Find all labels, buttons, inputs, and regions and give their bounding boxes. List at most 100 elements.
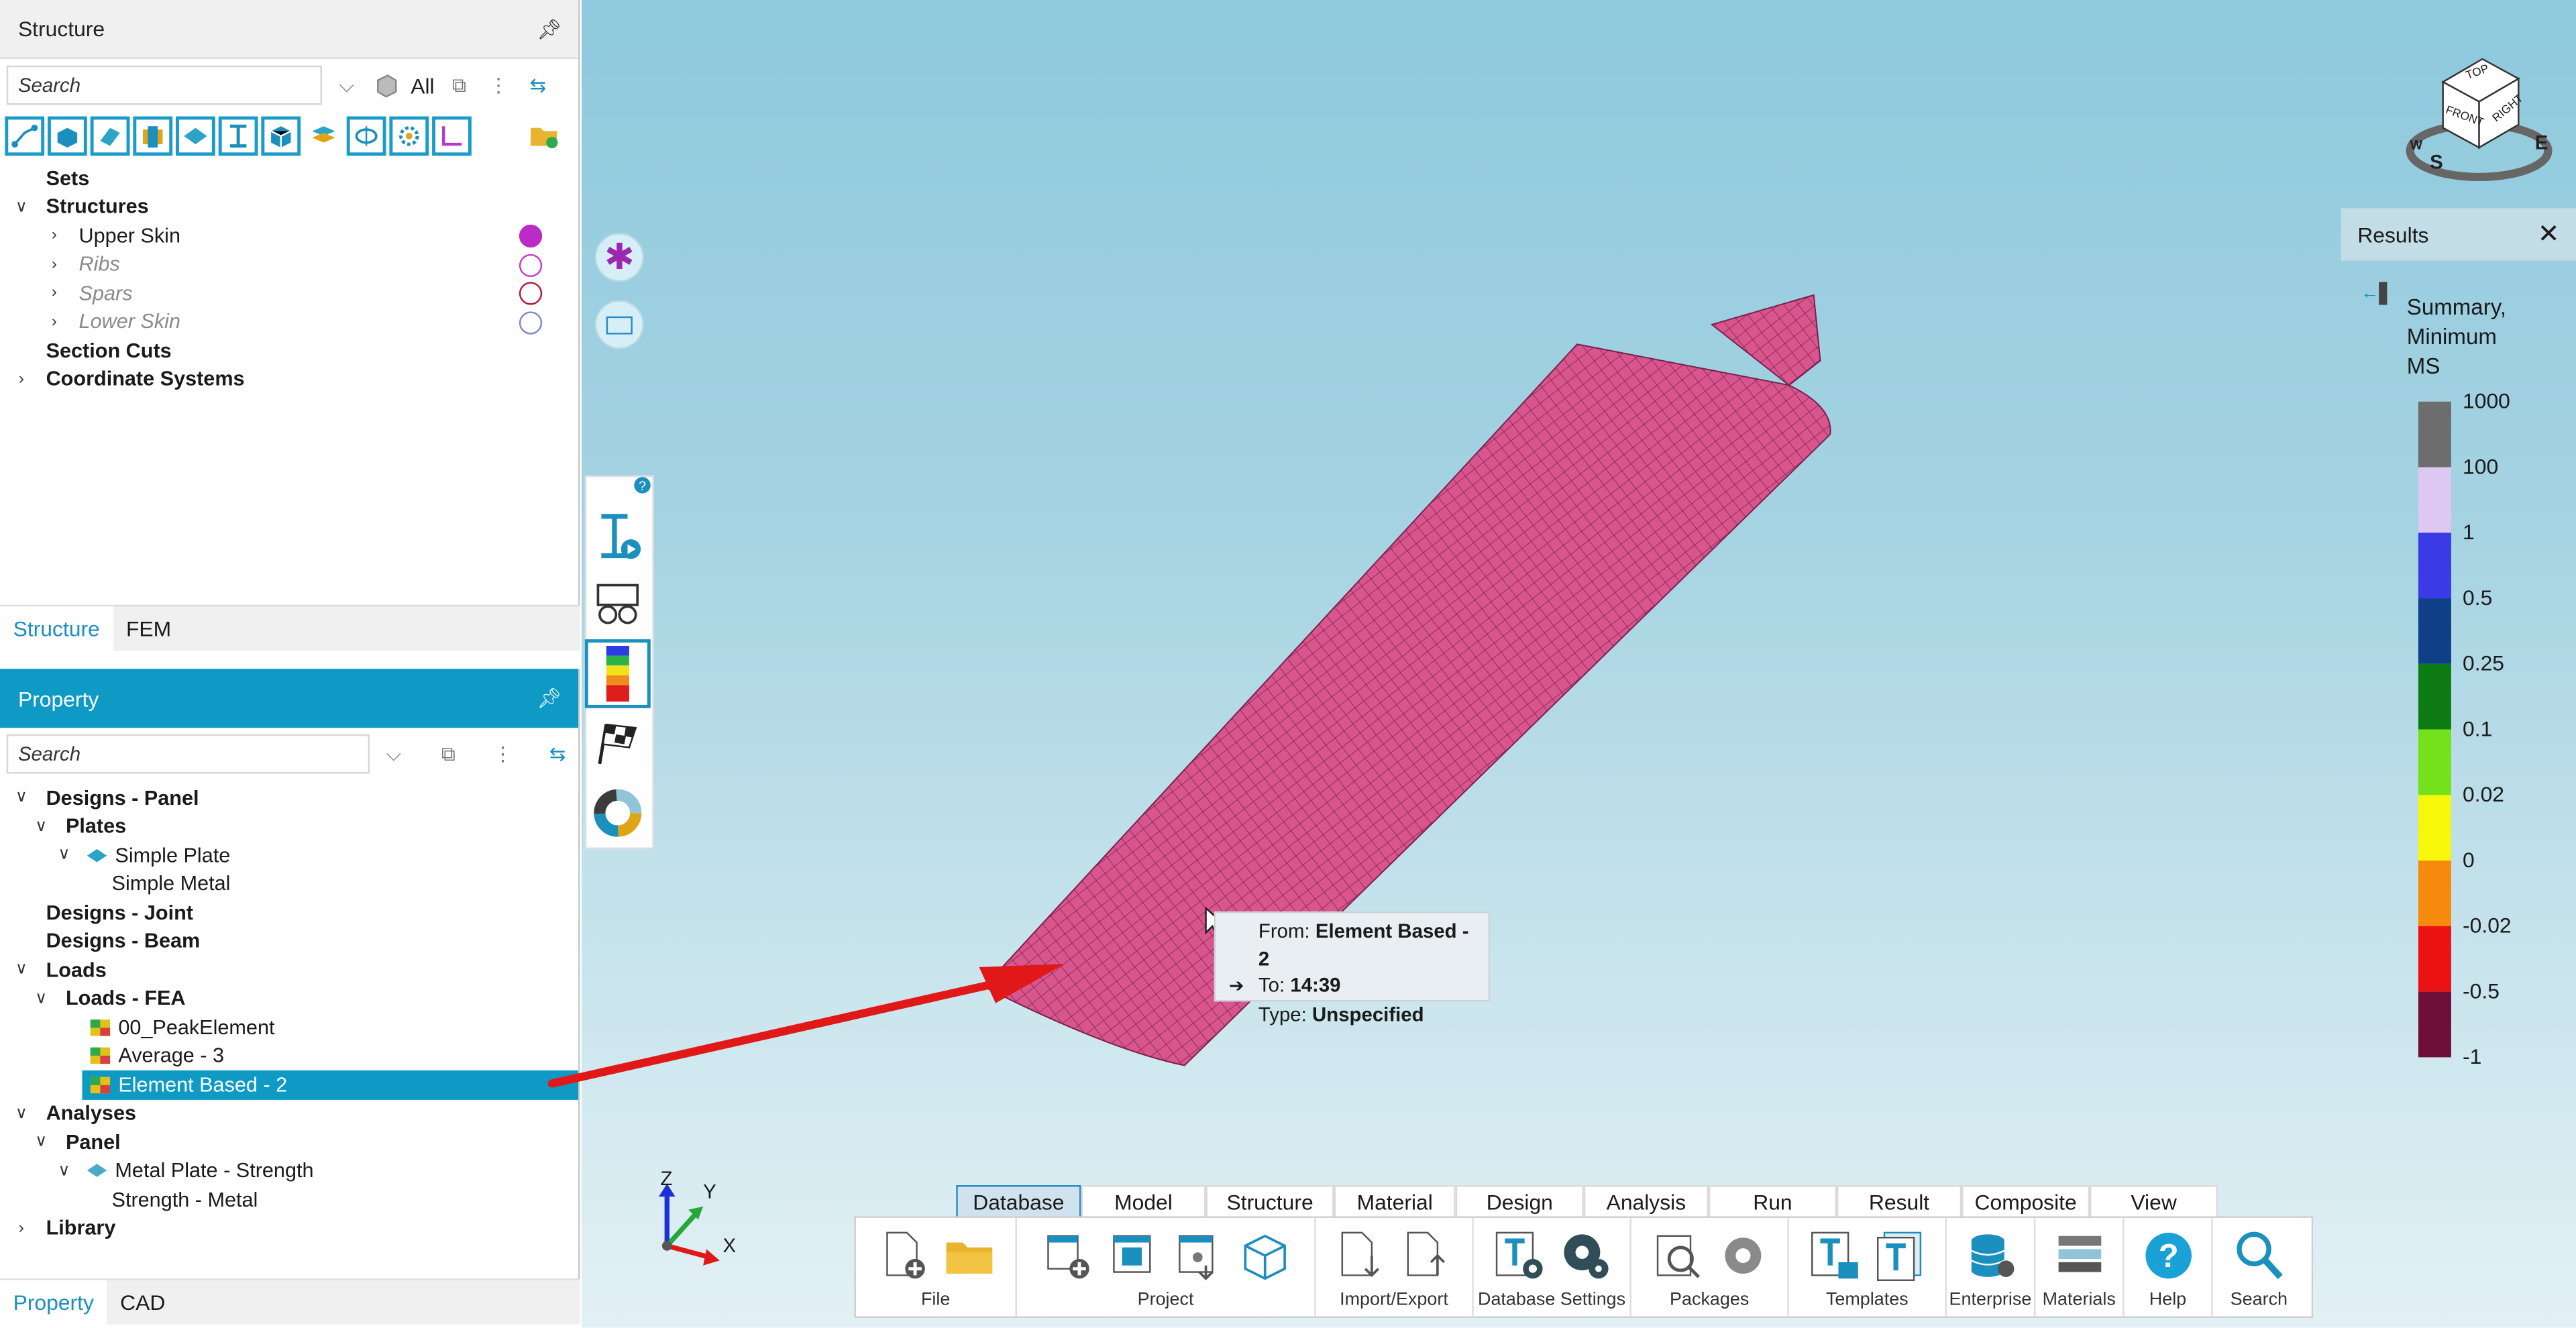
import-icon[interactable] [1333,1228,1389,1284]
tab-structure[interactable]: Structure [1205,1185,1334,1218]
help-icon[interactable]: ? [2140,1228,2196,1284]
section-view-tool[interactable] [585,502,651,571]
database-gear-icon[interactable] [1556,1228,1612,1284]
plate-tool-icon[interactable] [176,116,215,156]
export-icon[interactable] [1399,1228,1454,1284]
tree-item-upper-skin[interactable]: › Upper Skin [0,221,578,250]
open-folder-icon[interactable] [941,1228,996,1284]
tree-item-lower-skin[interactable]: › Lower Skin [0,307,578,336]
tab-view[interactable]: View [2090,1185,2218,1218]
pin-icon[interactable]: 📌︎ [537,687,561,710]
frame-button[interactable] [594,300,645,349]
chevron-right-icon[interactable]: › [10,370,33,388]
search-icon[interactable] [2231,1228,2287,1284]
asterisk-button[interactable]: ✱ [594,233,645,282]
tree-item-loads[interactable]: ∨ Loads [0,956,578,985]
node-tool-icon[interactable] [5,116,45,156]
package-search-icon[interactable] [1649,1228,1705,1284]
chevron-down-icon[interactable]: ⌵ [380,739,408,769]
chevron-down-icon[interactable]: ∨ [10,198,33,216]
visibility-dot-icon[interactable] [519,224,543,248]
tree-item-designs-beam[interactable]: Designs - Beam [0,927,578,956]
package-box-icon[interactable] [1236,1228,1292,1284]
view-cube[interactable]: TOP FRONT RIGHT S E W [2397,46,2561,185]
compass-w[interactable]: W [2410,137,2423,152]
chevron-right-icon[interactable]: › [10,1219,33,1237]
tab-result[interactable]: Result [1836,1185,1962,1218]
tree-item-plates[interactable]: ∨ Plates [0,812,578,841]
materials-icon[interactable] [2051,1228,2107,1284]
tab-material[interactable]: Material [1334,1185,1456,1218]
layers-icon[interactable] [304,117,343,156]
tree-item-loads-fea[interactable]: ∨ Loads - FEA [0,985,578,1013]
chevron-down-icon[interactable]: ⌵ [332,70,362,100]
finish-tool[interactable] [585,708,651,777]
chevron-right-icon[interactable]: › [43,256,66,274]
section-tool-icon[interactable] [346,116,386,156]
chevron-down-icon[interactable]: ∨ [10,789,33,807]
new-file-icon[interactable] [875,1228,930,1284]
tree-item-designs-panel[interactable]: ∨ Designs - Panel [0,783,578,812]
tree-item-library[interactable]: › Library [0,1214,578,1243]
chevron-right-icon[interactable]: › [43,227,66,245]
coordinate-tool-icon[interactable] [432,116,472,156]
add-folder-icon[interactable] [524,117,564,156]
tab-composite[interactable]: Composite [1962,1185,2090,1218]
contour-tool[interactable] [584,639,651,708]
tree-item-panel[interactable]: ∨ Panel [0,1127,578,1156]
compass-e[interactable]: E [2535,131,2548,154]
tree-item-sets[interactable]: Sets [0,164,578,192]
tab-database[interactable]: Database [956,1185,1081,1218]
hierarchy-icon[interactable]: ⋮ [489,739,517,769]
chevron-down-icon[interactable]: ∨ [30,1133,52,1151]
cube-filter-icon[interactable] [371,70,400,100]
tree-item-strength-metal[interactable]: Strength - Metal [0,1185,578,1214]
visibility-dot-icon[interactable] [519,282,543,305]
compass-s[interactable]: S [2430,151,2443,174]
new-project-icon[interactable] [1039,1228,1095,1284]
collapse-all-icon[interactable]: ⧉ [444,70,474,100]
chevron-right-icon[interactable]: › [43,313,66,331]
tab-property[interactable]: Property [0,1280,107,1325]
solid-tool-icon[interactable] [48,116,87,156]
close-icon[interactable]: ✕ [2538,218,2560,251]
tree-item-element-based-2[interactable]: Element Based - 2 [82,1070,579,1099]
viewport-3d[interactable]: ✱ ? From: Element Based - 2 ➔ To: 14:39 T… [581,0,2576,1328]
box-tool-icon[interactable] [261,116,301,156]
tab-structure[interactable]: Structure [0,606,113,651]
template-settings-icon[interactable] [1491,1228,1546,1284]
surface-tool-icon[interactable] [90,116,130,156]
tree-item-simple-metal[interactable]: Simple Metal [0,870,578,899]
wing-mesh[interactable] [582,0,2576,1328]
tree-item-section-cuts[interactable]: Section Cuts [0,336,578,365]
chevron-down-icon[interactable]: ∨ [52,846,75,865]
tree-item-coordinate-systems[interactable]: › Coordinate Systems [0,365,578,394]
tree-item-simple-plate[interactable]: ∨ Simple Plate [0,841,578,870]
tree-item-metal-plate-strength[interactable]: ∨ Metal Plate - Strength [0,1156,578,1185]
tree-item-average-3[interactable]: Average - 3 [0,1042,578,1070]
project-download-icon[interactable] [1171,1228,1226,1284]
tree-item-designs-joint[interactable]: Designs - Joint [0,898,578,927]
visibility-dot-icon[interactable] [519,311,543,334]
tree-item-peak-element[interactable]: 00_PeakElement [0,1013,578,1042]
chevron-down-icon[interactable]: ∨ [10,961,33,979]
hierarchy-icon[interactable]: ⋮ [484,70,513,100]
template-stack-icon[interactable] [1872,1228,1928,1284]
template-icon[interactable] [1807,1228,1862,1284]
gear-icon[interactable] [1715,1228,1770,1284]
collapse-all-icon[interactable]: ⧉ [434,739,462,769]
chevron-down-icon[interactable]: ∨ [30,990,52,1008]
visibility-dot-icon[interactable] [519,253,543,276]
tab-analysis[interactable]: Analysis [1583,1185,1709,1218]
donut-tool[interactable] [585,779,651,848]
tree-item-structures[interactable]: ∨ Structures [0,192,578,221]
filter-all-button[interactable]: All [411,73,434,98]
sync-icon[interactable]: ⇆ [543,739,572,769]
database-stack-icon[interactable] [1962,1228,2018,1284]
pin-icon[interactable]: 📌︎ [537,17,561,40]
tab-model[interactable]: Model [1081,1185,1206,1218]
tree-item-spars[interactable]: › Spars [0,278,578,307]
beam-tool-icon[interactable] [133,116,173,156]
chevron-right-icon[interactable]: › [43,284,66,302]
tab-fem[interactable]: FEM [113,606,184,651]
